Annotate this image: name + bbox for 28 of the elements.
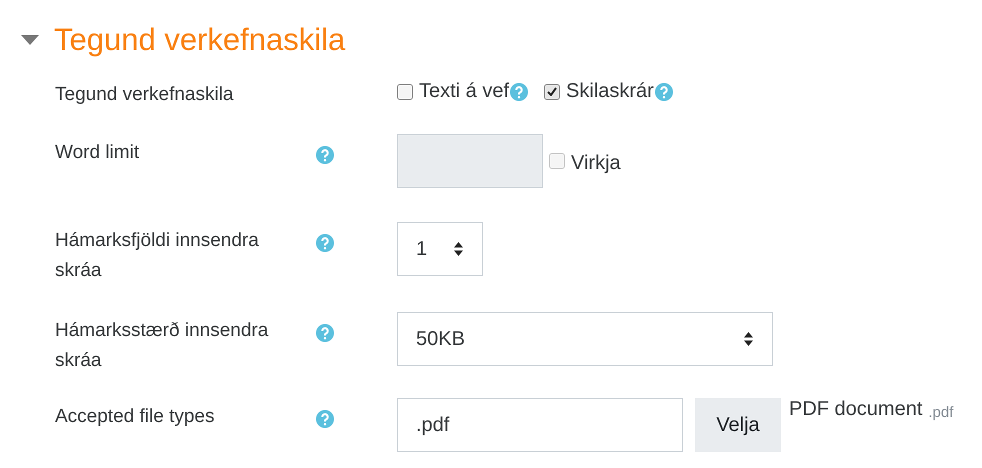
help-icon[interactable] xyxy=(654,82,673,100)
help-icon[interactable] xyxy=(316,410,334,428)
checkbox[interactable] xyxy=(549,153,565,169)
checkbox-label: Virkja xyxy=(571,152,621,174)
help-icon[interactable] xyxy=(316,324,334,342)
select-field[interactable]: 1 xyxy=(397,222,483,276)
checkbox[interactable] xyxy=(544,84,560,100)
file-extension: .pdf xyxy=(928,404,954,421)
select-field[interactable]: 50KB xyxy=(397,312,773,366)
help-icon[interactable] xyxy=(510,82,528,100)
field-label: Word limit xyxy=(55,141,140,165)
checkbox[interactable] xyxy=(397,84,413,100)
collapse-caret-icon[interactable] xyxy=(20,34,40,46)
word-limit-field[interactable] xyxy=(397,134,543,188)
sort-arrows-icon xyxy=(743,331,754,347)
section-title: Tegund verkefnaskila xyxy=(54,22,346,58)
help-icon[interactable] xyxy=(316,146,334,164)
checkbox-label: Texti á vef xyxy=(419,80,510,103)
help-icon[interactable] xyxy=(316,234,334,252)
file-types-field[interactable]: .pdf xyxy=(397,398,683,452)
field-label: Accepted file types xyxy=(55,405,216,429)
file-type-name: PDF document xyxy=(789,398,922,421)
field-label: Hámarksfjöldi innsendra skráa xyxy=(55,229,260,283)
choose-button[interactable]: Velja xyxy=(695,398,781,452)
field-label: Hámarksstærð innsendra skráa xyxy=(55,319,270,373)
sort-arrows-icon xyxy=(453,241,464,257)
checkbox-label: Skilaskrár xyxy=(566,80,654,103)
field-label: Tegund verkefnaskila xyxy=(55,83,234,107)
